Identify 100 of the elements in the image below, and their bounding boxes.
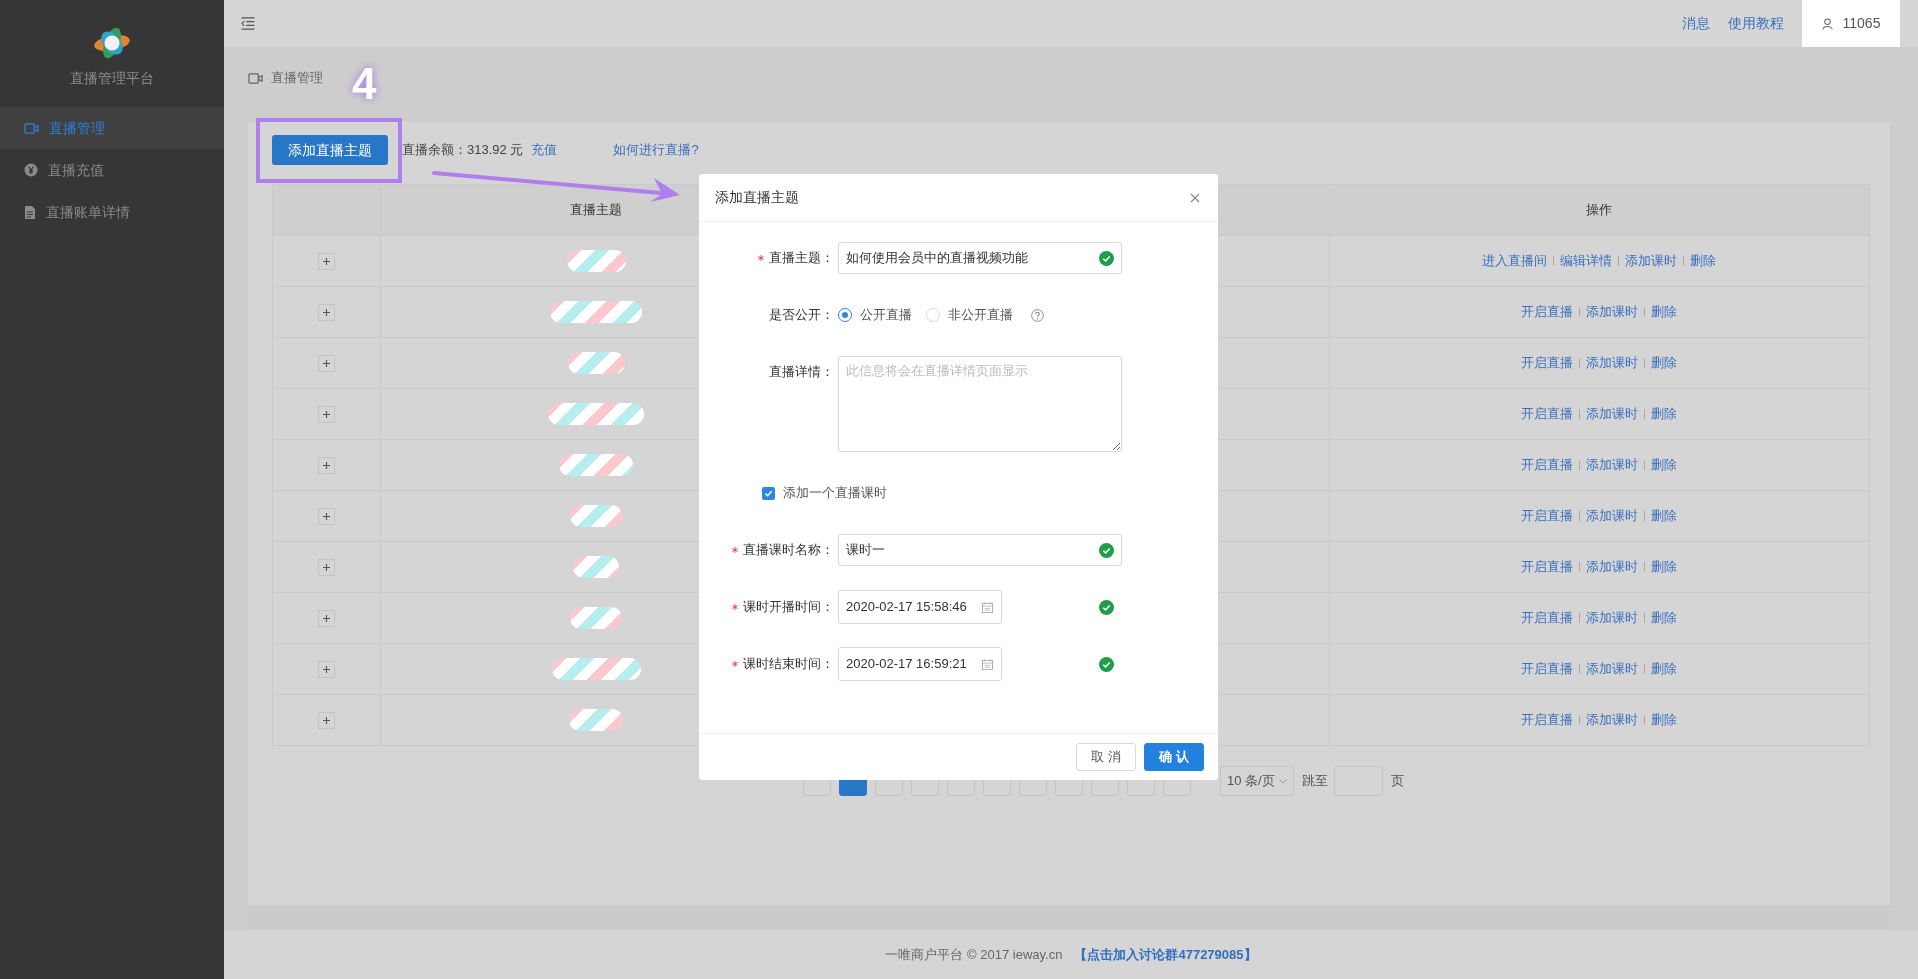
action-link[interactable]: 开启直播 bbox=[1521, 353, 1574, 373]
action-link[interactable]: 开启直播 bbox=[1521, 455, 1574, 475]
breadcrumb: 直播管理 bbox=[271, 69, 323, 88]
cancel-button[interactable]: 取 消 bbox=[1076, 743, 1136, 771]
redaction-mark bbox=[570, 505, 623, 527]
recharge-link[interactable]: 充值 bbox=[531, 140, 558, 160]
action-link[interactable]: 删除 bbox=[1651, 455, 1678, 475]
plus-icon bbox=[322, 257, 330, 265]
radio-option[interactable]: 公开直播 bbox=[838, 305, 912, 325]
expand-button[interactable] bbox=[317, 558, 335, 576]
expand-button[interactable] bbox=[317, 405, 335, 423]
action-link[interactable]: 添加课时 bbox=[1586, 608, 1639, 628]
jump-label: 跳至 bbox=[1301, 772, 1328, 791]
sidebar-item[interactable]: 直播账单详情 bbox=[0, 191, 224, 233]
sidebar-item[interactable]: 直播充值 bbox=[0, 149, 224, 191]
action-link[interactable]: 删除 bbox=[1651, 506, 1678, 526]
action-link[interactable]: 删除 bbox=[1651, 710, 1678, 730]
check-icon bbox=[764, 488, 773, 498]
plus-icon bbox=[322, 563, 330, 571]
action-link[interactable]: 添加课时 bbox=[1586, 659, 1639, 679]
plus-icon bbox=[322, 410, 330, 418]
action-link[interactable]: 进入直播间 bbox=[1482, 251, 1548, 271]
action-link[interactable]: 添加课时 bbox=[1586, 506, 1639, 526]
action-link[interactable]: 删除 bbox=[1651, 659, 1678, 679]
expand-button[interactable] bbox=[317, 609, 335, 627]
action-link[interactable]: 开启直播 bbox=[1521, 404, 1574, 424]
video-camera-icon bbox=[24, 121, 39, 135]
action-link[interactable]: 开启直播 bbox=[1521, 302, 1574, 322]
confirm-button[interactable]: 确 认 bbox=[1144, 743, 1204, 771]
logo-icon bbox=[93, 26, 131, 60]
field-label: 直播课时名称： bbox=[743, 541, 834, 560]
action-link[interactable]: 添加课时 bbox=[1586, 455, 1639, 475]
expand-button[interactable] bbox=[317, 711, 335, 729]
help-icon bbox=[1031, 308, 1044, 322]
plus-icon bbox=[322, 512, 330, 520]
expand-button[interactable] bbox=[317, 660, 335, 678]
yen-icon bbox=[24, 163, 38, 177]
redaction-mark bbox=[570, 607, 623, 629]
chevron-down-icon bbox=[1278, 778, 1287, 784]
plus-icon bbox=[322, 614, 330, 622]
expand-button[interactable] bbox=[317, 354, 335, 372]
redaction-mark bbox=[569, 709, 624, 731]
discussion-group-link[interactable]: 【点击加入讨论群477279085】 bbox=[1074, 944, 1257, 965]
plus-icon bbox=[322, 461, 330, 469]
plus-icon bbox=[322, 665, 330, 673]
action-link[interactable]: 添加课时 bbox=[1625, 251, 1678, 271]
action-link[interactable]: 添加课时 bbox=[1586, 353, 1639, 373]
action-link[interactable]: 开启直播 bbox=[1521, 659, 1574, 679]
action-link[interactable]: 删除 bbox=[1651, 557, 1678, 577]
text-field[interactable]: 如何使用会员中的直播视频功能 bbox=[838, 242, 1122, 274]
radio-option[interactable]: 非公开直播 bbox=[926, 305, 1013, 325]
add-topic-button[interactable]: 添加直播主题 bbox=[272, 135, 388, 165]
action-link[interactable]: 删除 bbox=[1651, 302, 1678, 322]
top-link[interactable]: 使用教程 bbox=[1728, 13, 1784, 34]
help-link[interactable]: 如何进行直播? bbox=[613, 140, 699, 160]
action-link[interactable]: 编辑详情 bbox=[1560, 251, 1613, 271]
calendar-icon bbox=[981, 601, 993, 613]
plus-icon bbox=[322, 359, 330, 367]
user-icon bbox=[1821, 17, 1833, 30]
action-link[interactable]: 删除 bbox=[1651, 608, 1678, 628]
action-link[interactable]: 删除 bbox=[1651, 353, 1678, 373]
action-link[interactable]: 删除 bbox=[1651, 404, 1678, 424]
action-link[interactable]: 添加课时 bbox=[1586, 557, 1639, 577]
document-icon bbox=[24, 204, 36, 220]
column-header: 操作 bbox=[1586, 201, 1613, 220]
page-unit: 页 bbox=[1390, 772, 1404, 791]
action-link[interactable]: 删除 bbox=[1690, 251, 1717, 271]
expand-button[interactable] bbox=[317, 303, 335, 321]
redaction-mark bbox=[573, 556, 620, 578]
action-link[interactable]: 开启直播 bbox=[1521, 557, 1574, 577]
action-link[interactable]: 开启直播 bbox=[1521, 506, 1574, 526]
field-label: 直播详情： bbox=[769, 363, 834, 382]
user-menu[interactable]: 11065 bbox=[1802, 0, 1900, 47]
redaction-mark bbox=[567, 352, 625, 374]
menu-icon bbox=[240, 17, 256, 30]
textarea-field[interactable]: 此信息将会在直播详情页面显示 bbox=[838, 356, 1122, 452]
action-link[interactable]: 添加课时 bbox=[1586, 404, 1639, 424]
text-field[interactable]: 课时一 bbox=[838, 534, 1122, 566]
user-id: 11065 bbox=[1842, 14, 1881, 33]
expand-button[interactable] bbox=[317, 252, 335, 270]
page-size-select[interactable]: 10 条/页 bbox=[1220, 766, 1294, 796]
video-camera-icon bbox=[248, 71, 263, 85]
action-link[interactable]: 添加课时 bbox=[1586, 302, 1639, 322]
top-link[interactable]: 消息 bbox=[1682, 13, 1710, 34]
plus-icon bbox=[322, 308, 330, 316]
date-field[interactable]: 2020-02-17 15:58:46 bbox=[838, 590, 1002, 624]
action-link[interactable]: 开启直播 bbox=[1521, 608, 1574, 628]
date-field[interactable]: 2020-02-17 16:59:21 bbox=[838, 647, 1002, 681]
action-link[interactable]: 添加课时 bbox=[1586, 710, 1639, 730]
balance-text: 直播余额：313.92 元 bbox=[402, 141, 524, 160]
expand-button[interactable] bbox=[317, 456, 335, 474]
platform-title: 直播管理平台 bbox=[69, 69, 155, 87]
expand-button[interactable] bbox=[317, 507, 335, 525]
checkbox[interactable] bbox=[762, 486, 775, 500]
field-label: 课时开播时间： bbox=[743, 598, 834, 617]
field-label: 课时结束时间： bbox=[743, 655, 834, 674]
close-icon bbox=[1190, 192, 1200, 203]
sidebar-item[interactable]: 直播管理 bbox=[0, 107, 224, 149]
checkbox-label: 添加一个直播课时 bbox=[783, 484, 887, 503]
action-link[interactable]: 开启直播 bbox=[1521, 710, 1574, 730]
